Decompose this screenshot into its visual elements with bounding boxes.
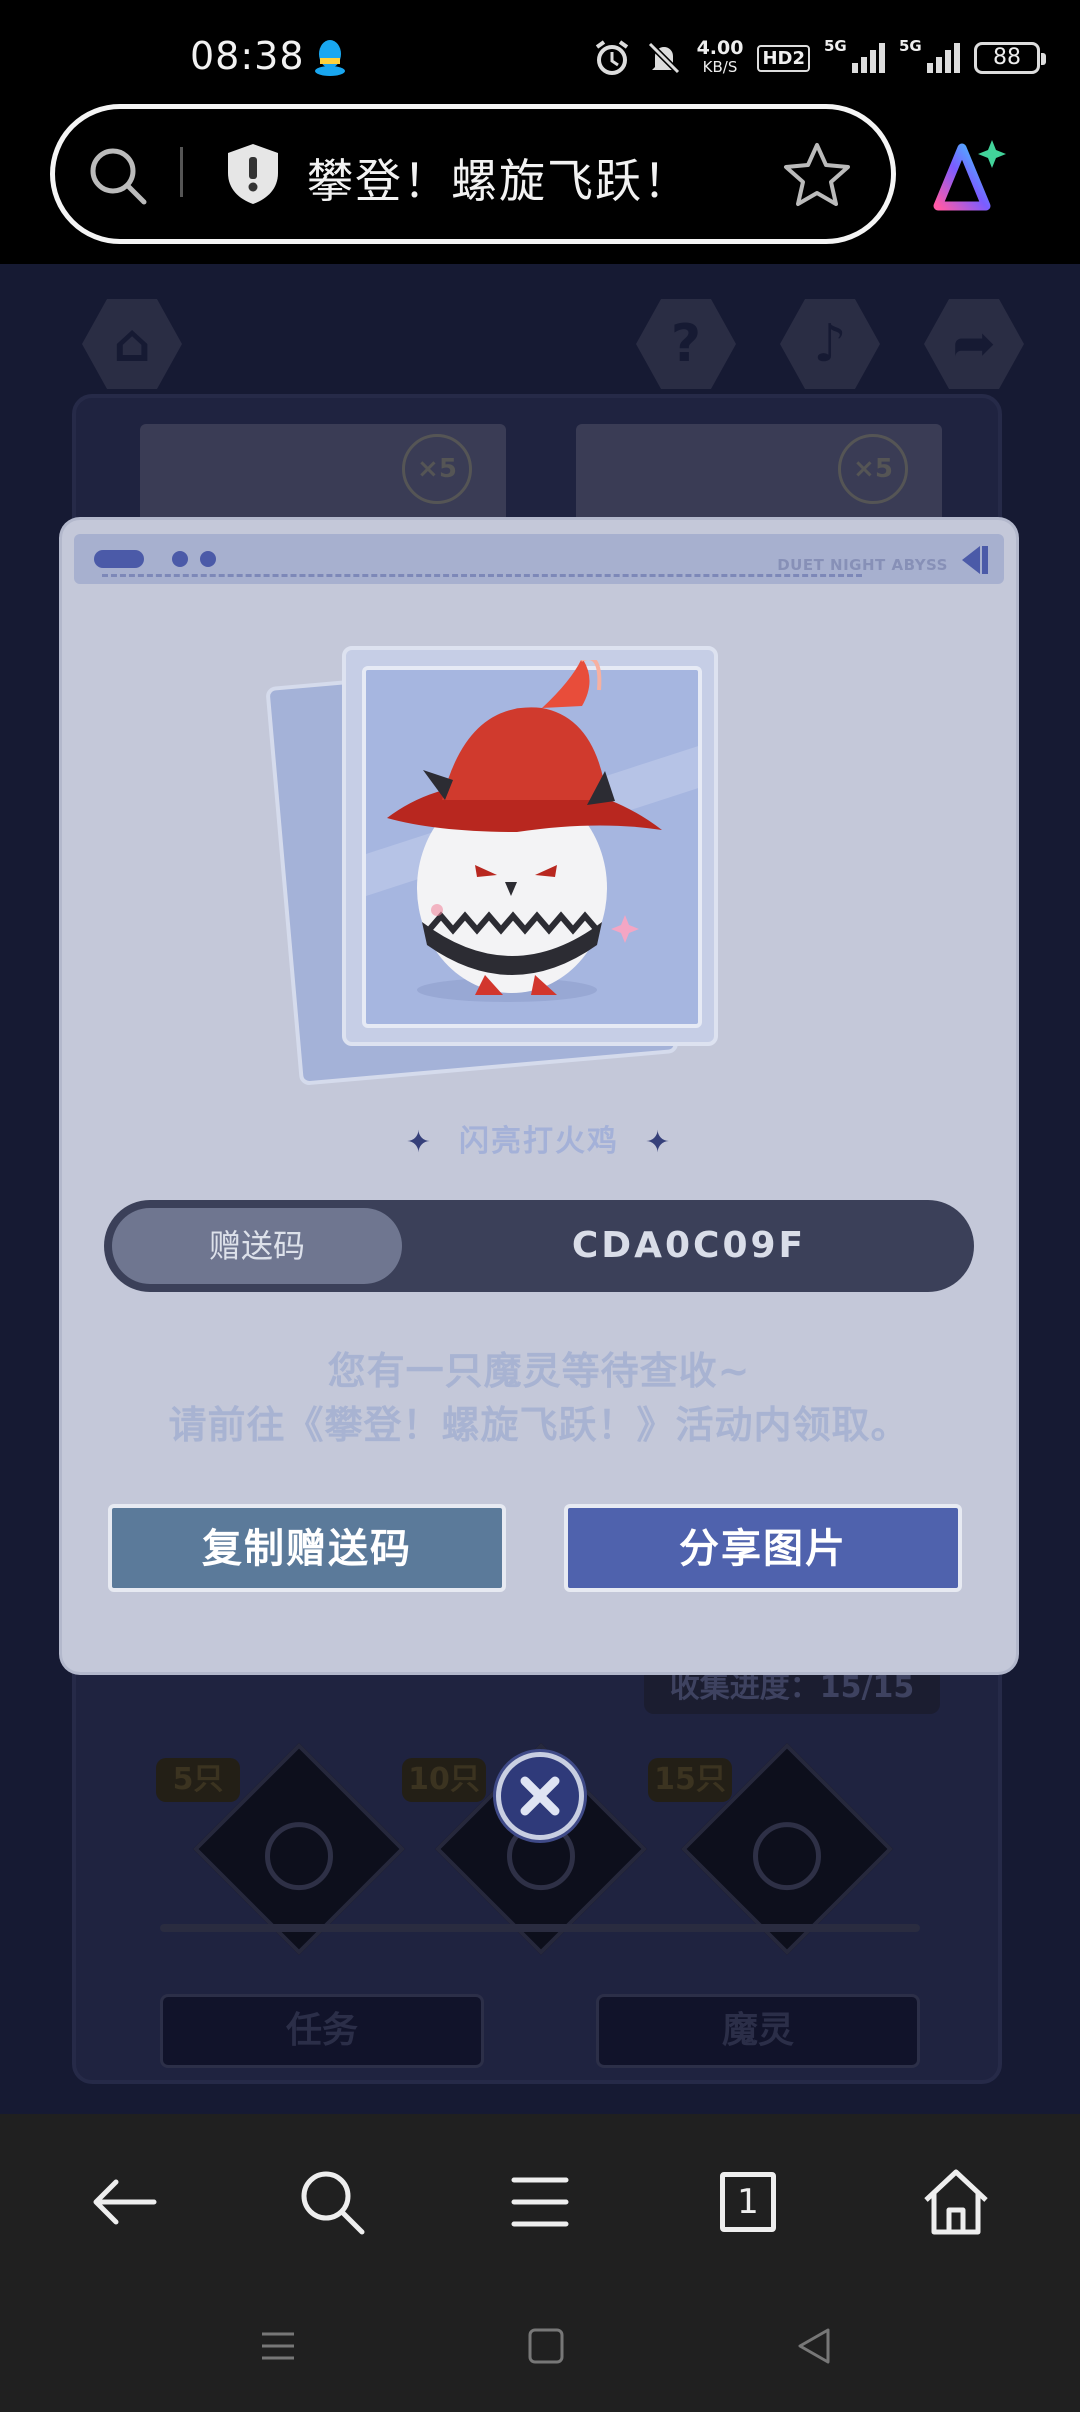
gift-code-dialog: DUET NIGHT ABYSS ✦ 闪亮打火鸡 ✦ 赠送码 CDA0C09F 您有… [62, 520, 1016, 1672]
pet-name: 闪亮打火鸡 [459, 1124, 619, 1159]
home-icon[interactable]: ⌂ [82, 299, 182, 389]
message-line-1: 您有一只魔灵等待查收~ [327, 1349, 751, 1393]
pet-tab[interactable]: 魔灵 [596, 1994, 920, 2068]
mute-icon [647, 41, 680, 75]
signal-sim1: 5G [824, 37, 885, 73]
tier-badge-1: 5只 [156, 1758, 240, 1802]
card-multiplier-2: ×5 [838, 434, 908, 504]
battery-indicator: 88 [974, 42, 1046, 74]
ai-assistant-icon[interactable] [928, 136, 1008, 216]
reward-card-1: ×5 [140, 424, 506, 534]
share-icon[interactable]: ➦ [924, 299, 1024, 389]
shield-icon[interactable] [223, 141, 283, 207]
browser-bottom-nav: 1 [0, 2114, 1080, 2278]
card-multiplier-1: ×5 [402, 434, 472, 504]
net-speed-value: 4.00 [696, 37, 744, 59]
header-pill [94, 550, 144, 568]
search-icon[interactable] [292, 2162, 372, 2242]
address-separator [180, 147, 183, 197]
copy-code-button[interactable]: 复制赠送码 [108, 1504, 506, 1592]
menu-icon[interactable] [500, 2162, 580, 2242]
browser-toolbar: 攀登！螺旋飞跃！ [0, 96, 1080, 264]
dialog-header: DUET NIGHT ABYSS [74, 534, 1004, 584]
tier-badge-3: 15只 [648, 1758, 732, 1802]
share-image-button[interactable]: 分享图片 [564, 1504, 962, 1592]
task-tab[interactable]: 任务 [160, 1994, 484, 2068]
star-icon[interactable] [781, 139, 853, 211]
tier-badge-2: 10只 [402, 1758, 486, 1802]
reward-card-2: ×5 [576, 424, 942, 534]
system-nav-bar [0, 2278, 1080, 2412]
home-square-icon[interactable] [518, 2318, 574, 2374]
back-icon[interactable] [84, 2162, 164, 2242]
pet-name-row: ✦ 闪亮打火鸡 ✦ [62, 1116, 1016, 1160]
status-bar: 08:38 4.00 KB/S HD2 5G 5G 88 [0, 0, 1080, 96]
home-icon[interactable] [916, 2162, 996, 2242]
hd-badge: HD2 [757, 44, 810, 72]
sparkle-icon: ✦ [405, 1125, 433, 1160]
status-icons: 4.00 KB/S HD2 5G 5G 88 [593, 36, 1046, 80]
sparkle-icon: ✦ [645, 1125, 673, 1160]
tabs-count[interactable]: 1 [720, 2172, 776, 2232]
status-time: 08:38 [190, 34, 305, 78]
header-dash [102, 574, 862, 577]
close-dialog-button[interactable] [496, 1752, 584, 1840]
header-dot-1 [172, 551, 188, 567]
music-icon[interactable]: ♪ [780, 299, 880, 389]
progress-track [160, 1924, 920, 1932]
alarm-icon [595, 40, 628, 75]
qq-icon [315, 40, 345, 76]
header-dot-2 [200, 551, 216, 567]
brand-label: DUET NIGHT ABYSS [777, 556, 948, 574]
help-icon[interactable]: ? [636, 299, 736, 389]
close-icon[interactable] [501, 1757, 579, 1835]
header-triangle-icon [962, 546, 988, 574]
message-line-2: 请前往《攀登！螺旋飞跃！》活动内领取。 [168, 1403, 910, 1447]
recents-icon[interactable] [250, 2318, 306, 2374]
pet-character-image [387, 660, 662, 1002]
sim1-label: 5G [824, 37, 847, 55]
gift-code-label: 赠送码 [112, 1208, 402, 1284]
back-triangle-icon[interactable] [786, 2318, 842, 2374]
gift-code-value[interactable]: CDA0C09F [404, 1200, 974, 1292]
address-bar[interactable]: 攀登！螺旋飞跃！ [50, 104, 896, 244]
net-speed: 4.00 KB/S [697, 39, 744, 77]
tabs-button[interactable]: 1 [708, 2162, 788, 2242]
search-icon[interactable] [85, 143, 151, 209]
page-title[interactable]: 攀登！螺旋飞跃！ [307, 145, 691, 211]
sim2-label: 5G [899, 37, 922, 55]
gift-code-field[interactable]: 赠送码 CDA0C09F [104, 1200, 974, 1292]
net-speed-unit: KB/S [702, 58, 738, 76]
signal-sim2: 5G [899, 37, 960, 73]
